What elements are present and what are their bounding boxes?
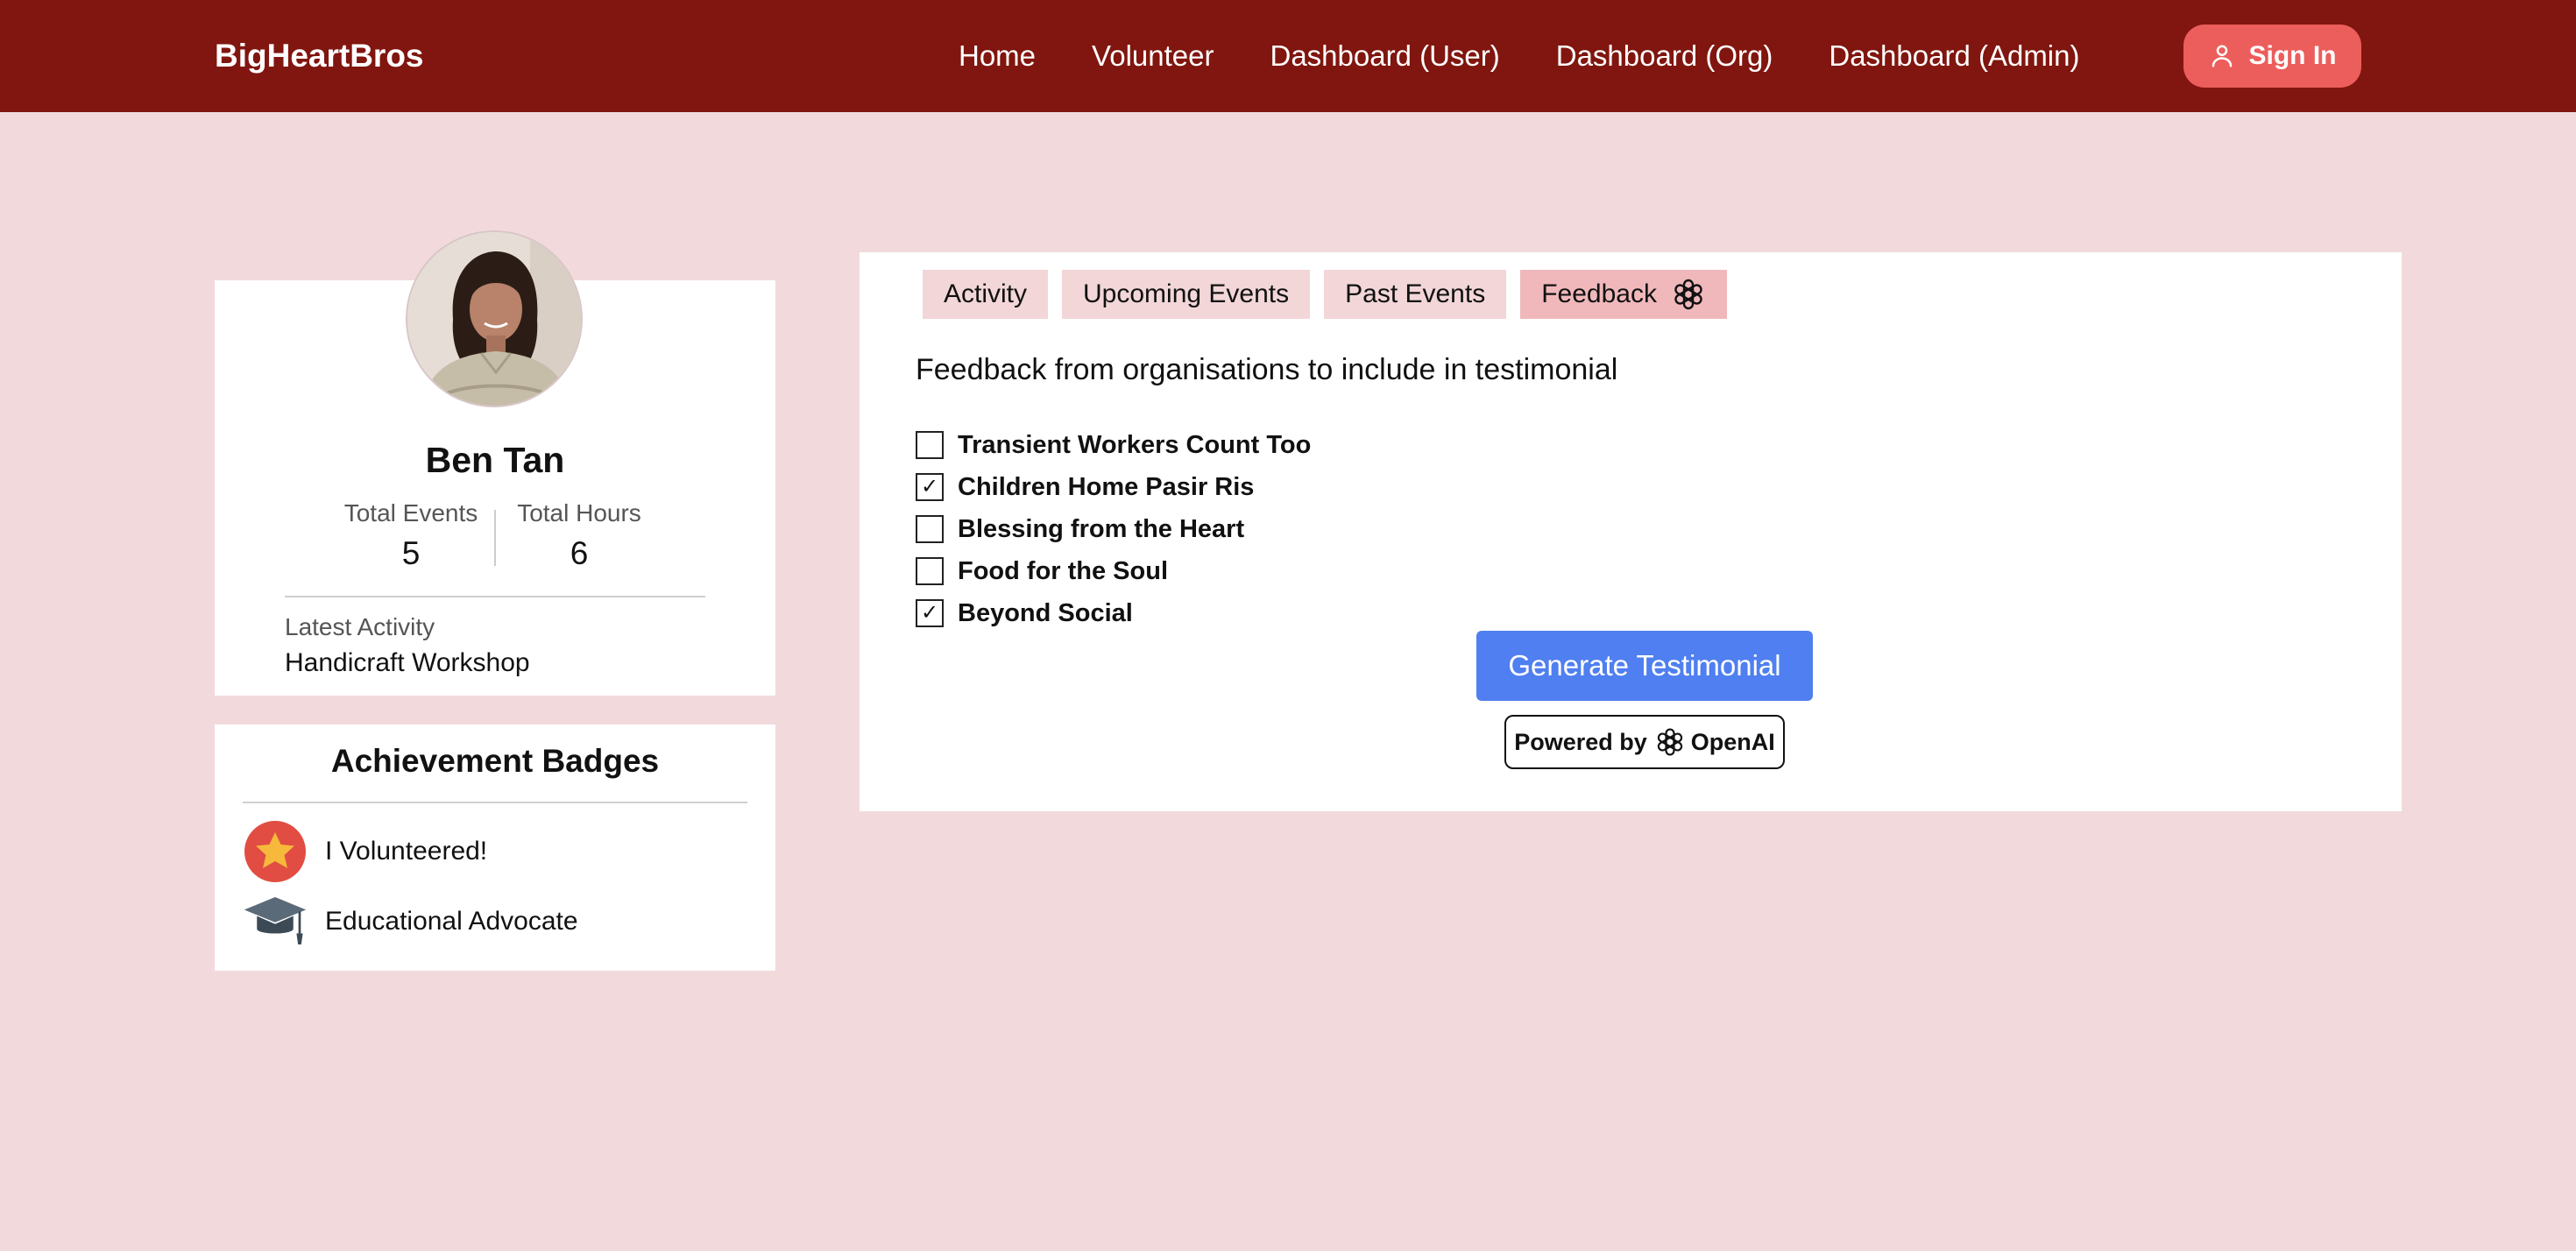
total-events-label: Total Events (343, 499, 478, 527)
total-hours-value: 6 (570, 535, 589, 571)
badge-item: I Volunteered! (243, 820, 487, 883)
powered-by-openai-badge[interactable]: Powered by OpenAI (1504, 715, 1785, 769)
user-icon (2212, 45, 2232, 67)
feedback-option[interactable]: Transient Workers Count Too (916, 424, 1311, 466)
profile-divider (285, 596, 705, 597)
generate-testimonial-button[interactable]: Generate Testimonial (1476, 631, 1813, 701)
checkbox-checked[interactable]: ✓ (916, 473, 944, 501)
feedback-option-label: Transient Workers Count Too (958, 431, 1312, 459)
nav-link-dashboard-user[interactable]: Dashboard (User) (1270, 35, 1499, 77)
feedback-option[interactable]: Blessing from the Heart (916, 508, 1311, 550)
checkbox[interactable] (916, 557, 944, 585)
badge-item: Educational Advocate (243, 890, 578, 953)
profile-name: Ben Tan (425, 440, 565, 480)
nav-link-home[interactable]: Home (959, 35, 1036, 77)
badge-label: Educational Advocate (325, 907, 578, 936)
latest-activity-label: Latest Activity (285, 613, 435, 640)
badges-divider (243, 802, 747, 803)
feedback-option-label: Beyond Social (958, 599, 1133, 627)
nav-links: Home Volunteer Dashboard (User) Dashboar… (959, 35, 2079, 77)
feedback-option-label: Food for the Soul (958, 557, 1169, 585)
achievement-badges-card: Achievement Badges I Volunteered! Educat… (215, 724, 775, 971)
total-events-stat: Total Events 5 (328, 498, 494, 575)
checkbox-checked[interactable]: ✓ (916, 599, 944, 627)
feedback-heading: Feedback from organisations to include i… (916, 353, 1618, 386)
main-panel: Activity Upcoming Events Past Events Fee… (860, 252, 2402, 811)
organisation-checklist: Transient Workers Count Too ✓ Children H… (916, 424, 1311, 634)
badges-title: Achievement Badges (330, 743, 660, 779)
total-events-value: 5 (401, 535, 421, 571)
brand-logo-text[interactable]: BigHeartBros (215, 35, 424, 77)
feedback-option[interactable]: Food for the Soul (916, 550, 1311, 592)
feedback-option[interactable]: ✓ Beyond Social (916, 592, 1311, 634)
feedback-option-label: Children Home Pasir Ris (958, 473, 1255, 501)
nav-link-volunteer[interactable]: Volunteer (1092, 35, 1214, 77)
tab-upcoming-events[interactable]: Upcoming Events (1062, 270, 1311, 319)
feedback-option-label: Blessing from the Heart (958, 515, 1245, 543)
tab-feedback[interactable]: Feedback (1520, 270, 1727, 319)
avatar-portrait-icon (407, 232, 581, 406)
nav-link-dashboard-org[interactable]: Dashboard (Org) (1556, 35, 1773, 77)
sign-in-button[interactable]: Sign In (2183, 25, 2361, 88)
tab-bar: Activity Upcoming Events Past Events Fee… (923, 270, 1741, 319)
checkbox[interactable] (916, 515, 944, 543)
checkbox[interactable] (916, 431, 944, 459)
openai-brand-text: OpenAI (1690, 728, 1775, 755)
tab-past-events[interactable]: Past Events (1324, 270, 1507, 319)
sign-in-label: Sign In (2248, 41, 2337, 70)
powered-by-text: Powered by (1514, 728, 1647, 755)
avatar (406, 230, 583, 407)
total-hours-label: Total Hours (517, 499, 641, 527)
top-navbar: BigHeartBros Home Volunteer Dashboard (U… (0, 0, 2576, 112)
openai-icon (1674, 279, 1702, 310)
latest-activity-value: Handicraft Workshop (285, 648, 530, 677)
openai-logo-icon (1657, 728, 1682, 756)
graduation-cap-icon (243, 890, 308, 953)
nav-link-dashboard-admin[interactable]: Dashboard (Admin) (1829, 35, 2079, 77)
tab-activity[interactable]: Activity (923, 270, 1049, 319)
badge-label: I Volunteered! (325, 837, 488, 866)
feedback-option[interactable]: ✓ Children Home Pasir Ris (916, 466, 1311, 508)
profile-stats: Total Events 5 Total Hours 6 (215, 498, 775, 575)
tab-feedback-label: Feedback (1541, 279, 1657, 308)
star-badge-icon (243, 820, 308, 883)
total-hours-stat: Total Hours 6 (496, 498, 662, 575)
